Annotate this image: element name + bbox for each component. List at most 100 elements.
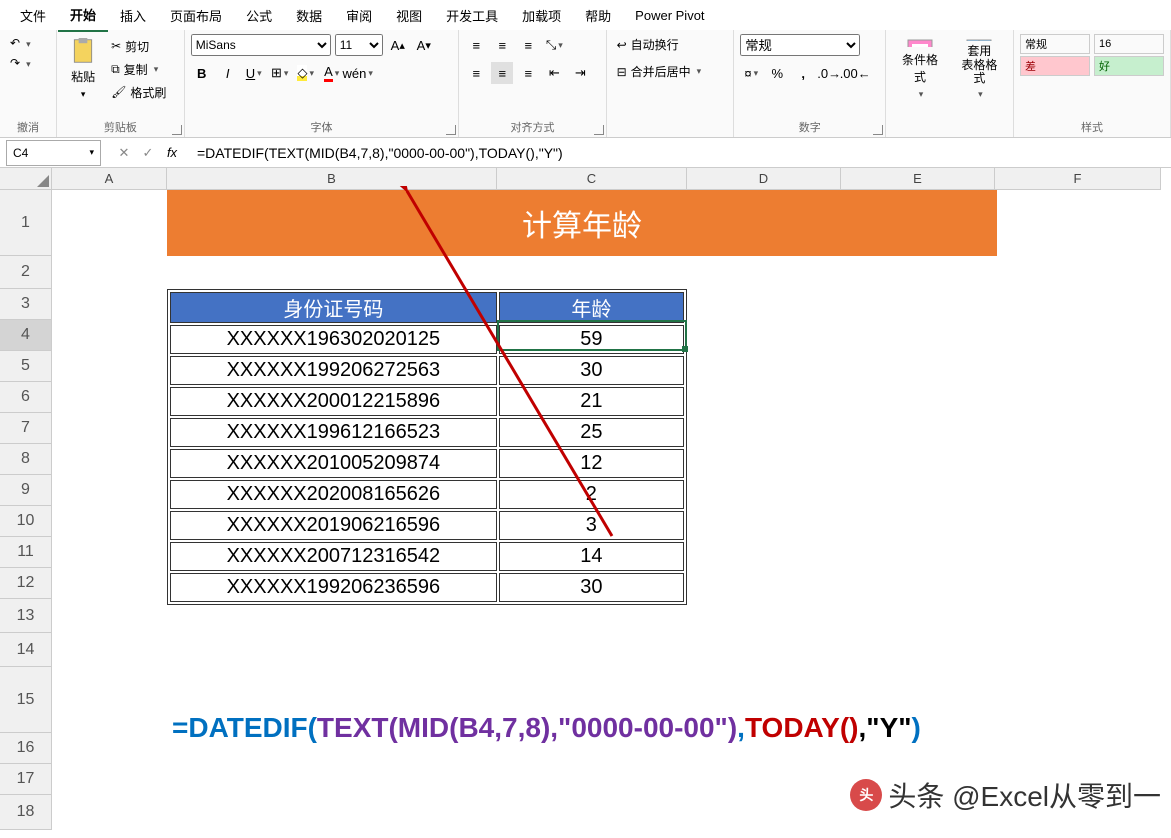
row-header-8[interactable]: 8	[0, 444, 52, 475]
tab-审阅[interactable]: 审阅	[334, 0, 384, 31]
copy-button[interactable]: ⧉复制	[107, 59, 170, 80]
clipboard-dialog-launcher[interactable]	[172, 125, 182, 135]
table-row: XXXXXX19920623659630	[170, 573, 684, 602]
row-header-9[interactable]: 9	[0, 475, 52, 506]
number-dialog-launcher[interactable]	[873, 125, 883, 135]
underline-button[interactable]: U	[243, 62, 265, 84]
copy-icon: ⧉	[111, 62, 120, 77]
tab-页面布局[interactable]: 页面布局	[158, 0, 234, 31]
align-dialog-launcher[interactable]	[594, 125, 604, 135]
select-all-corner[interactable]	[0, 168, 52, 190]
row-header-1[interactable]: 1	[0, 190, 52, 256]
increase-indent-icon[interactable]: ⇥	[569, 62, 591, 84]
col-header-E[interactable]: E	[841, 168, 995, 190]
phonetic-button[interactable]: wén	[347, 62, 369, 84]
bold-button[interactable]: B	[191, 62, 213, 84]
align-middle-icon[interactable]: ≡	[491, 34, 513, 56]
style-num16[interactable]: 16	[1094, 34, 1164, 54]
table-row: XXXXXX19961216652325	[170, 418, 684, 447]
formula-input[interactable]	[189, 140, 1171, 166]
decrease-indent-icon[interactable]: ⇤	[543, 62, 565, 84]
row-header-18[interactable]: 18	[0, 795, 52, 830]
watermark: 头 头条 @Excel从零到一	[850, 775, 1161, 815]
tab-公式[interactable]: 公式	[234, 0, 284, 31]
name-box[interactable]: C4▾	[6, 140, 101, 166]
tab-文件[interactable]: 文件	[8, 0, 58, 31]
redo-button[interactable]: ↷	[6, 54, 50, 72]
style-good[interactable]: 好	[1094, 56, 1164, 76]
italic-button[interactable]: I	[217, 62, 239, 84]
align-top-icon[interactable]: ≡	[465, 34, 487, 56]
row-header-3[interactable]: 3	[0, 289, 52, 320]
increase-decimal-icon[interactable]: .0→	[818, 62, 840, 84]
align-left-icon[interactable]: ≡	[465, 62, 487, 84]
cancel-formula-icon[interactable]: ✕	[113, 142, 135, 164]
table-format-button[interactable]: 套用 表格格式	[952, 34, 1007, 104]
row-header-2[interactable]: 2	[0, 256, 52, 289]
row-header-7[interactable]: 7	[0, 413, 52, 444]
formula-bar: C4▾ ✕ ✓ fx	[0, 138, 1171, 168]
merge-icon: ⊟	[617, 65, 627, 79]
ribbon-tabs: 文件开始插入页面布局公式数据审阅视图开发工具加载项帮助Power Pivot	[0, 0, 1171, 30]
number-format-select[interactable]: 常规	[740, 34, 860, 56]
paste-button[interactable]: 粘贴 ▾	[63, 34, 103, 104]
align-bottom-icon[interactable]: ≡	[517, 34, 539, 56]
increase-font-icon[interactable]: A▴	[387, 34, 409, 56]
align-center-icon[interactable]: ≡	[491, 62, 513, 84]
row-header-11[interactable]: 11	[0, 537, 52, 568]
data-table: 身份证号码年龄 XXXXXX19630202012559XXXXXX199206…	[167, 289, 687, 605]
table-row: XXXXXX19630202012559	[170, 325, 684, 354]
tab-开始[interactable]: 开始	[58, 0, 108, 32]
font-group-title: 字体	[191, 117, 453, 135]
wrap-text-button[interactable]: ↩自动换行	[613, 34, 728, 55]
tab-加载项[interactable]: 加载项	[510, 0, 573, 31]
tab-开发工具[interactable]: 开发工具	[434, 0, 510, 31]
cut-button[interactable]: ✂剪切	[107, 36, 170, 57]
tab-插入[interactable]: 插入	[108, 0, 158, 31]
col-header-C[interactable]: C	[497, 168, 687, 190]
comma-button[interactable]: ,	[792, 62, 814, 84]
clipboard-group-title: 剪贴板	[63, 117, 178, 135]
table-row: XXXXXX20001221589621	[170, 387, 684, 416]
font-select[interactable]: MiSans	[191, 34, 331, 56]
spreadsheet-grid[interactable]: ABCDEF 123456789101112131415161718 计算年龄 …	[0, 168, 1171, 838]
percent-button[interactable]: %	[766, 62, 788, 84]
row-header-4[interactable]: 4	[0, 320, 52, 351]
row-header-16[interactable]: 16	[0, 733, 52, 764]
tab-视图[interactable]: 视图	[384, 0, 434, 31]
format-painter-button[interactable]: 🖌格式刷	[107, 82, 170, 103]
tab-帮助[interactable]: 帮助	[573, 0, 623, 31]
fx-icon[interactable]: fx	[161, 142, 183, 164]
row-header-17[interactable]: 17	[0, 764, 52, 795]
orientation-icon[interactable]: ⤡	[543, 34, 565, 56]
row-header-15[interactable]: 15	[0, 667, 52, 733]
font-color-button[interactable]: A	[321, 62, 343, 84]
row-header-13[interactable]: 13	[0, 599, 52, 633]
font-dialog-launcher[interactable]	[446, 125, 456, 135]
currency-button[interactable]: ¤	[740, 62, 762, 84]
decrease-decimal-icon[interactable]: .00←	[844, 62, 866, 84]
row-header-5[interactable]: 5	[0, 351, 52, 382]
undo-button[interactable]: ↶	[6, 34, 50, 52]
row-header-10[interactable]: 10	[0, 506, 52, 537]
row-header-6[interactable]: 6	[0, 382, 52, 413]
font-size-select[interactable]: 11	[335, 34, 383, 56]
tab-数据[interactable]: 数据	[284, 0, 334, 31]
merge-center-button[interactable]: ⊟合并后居中	[613, 61, 728, 82]
style-bad[interactable]: 差	[1020, 56, 1090, 76]
style-normal[interactable]: 常规	[1020, 34, 1090, 54]
conditional-format-button[interactable]: 条件格式	[892, 34, 947, 104]
decrease-font-icon[interactable]: A▾	[413, 34, 435, 56]
row-header-14[interactable]: 14	[0, 633, 52, 667]
align-group-title: 对齐方式	[465, 117, 599, 135]
align-right-icon[interactable]: ≡	[517, 62, 539, 84]
confirm-formula-icon[interactable]: ✓	[137, 142, 159, 164]
border-button[interactable]: ⊞	[269, 62, 291, 84]
tab-Power Pivot[interactable]: Power Pivot	[623, 2, 716, 29]
col-header-F[interactable]: F	[995, 168, 1161, 190]
row-header-12[interactable]: 12	[0, 568, 52, 599]
fill-color-button[interactable]: ◇	[295, 62, 317, 84]
col-header-D[interactable]: D	[687, 168, 841, 190]
col-header-A[interactable]: A	[52, 168, 167, 190]
col-header-B[interactable]: B	[167, 168, 497, 190]
